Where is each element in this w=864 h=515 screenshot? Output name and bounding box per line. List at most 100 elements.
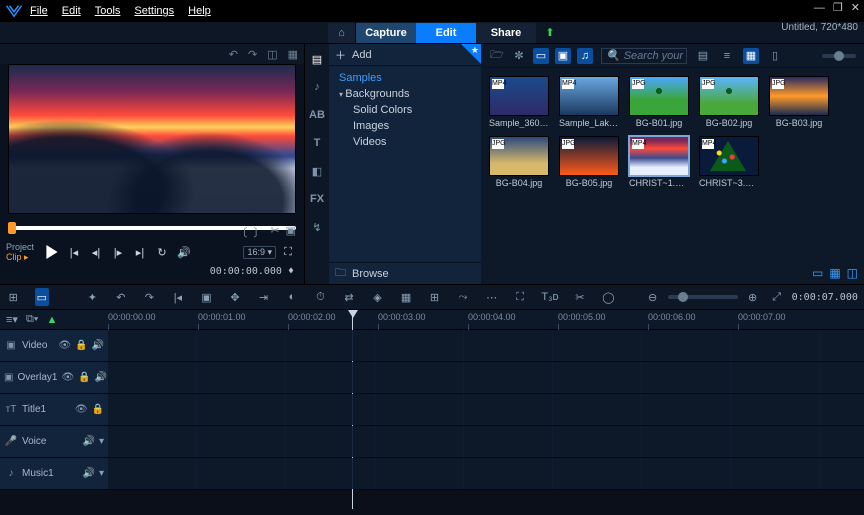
- go-end-button[interactable]: ▸|: [130, 242, 150, 262]
- cat-filter-icon[interactable]: FX: [308, 190, 326, 208]
- menu-settings[interactable]: Settings: [134, 5, 174, 17]
- tab-capture[interactable]: Capture: [356, 23, 416, 43]
- tool-reverse-icon[interactable]: ⇄: [342, 288, 357, 306]
- tab-edit[interactable]: Edit: [416, 23, 476, 43]
- filter-video-icon[interactable]: ▭: [533, 48, 549, 64]
- track-control[interactable]: 🔒: [78, 372, 90, 383]
- zoom-fit-icon[interactable]: ⤢: [768, 288, 786, 306]
- thumbnail[interactable]: JPG: [489, 136, 549, 176]
- tool-track-motion-icon[interactable]: ⤳: [456, 288, 471, 306]
- cat-path-icon[interactable]: ↯: [308, 218, 326, 236]
- ruler-marker-icon[interactable]: ▲: [46, 314, 57, 326]
- tool-markin-icon[interactable]: |◂: [171, 288, 186, 306]
- loop-button[interactable]: ↻: [152, 242, 172, 262]
- browse-folder-icon[interactable]: 🗀: [335, 264, 346, 283]
- tree-solid-colors[interactable]: Solid Colors: [339, 102, 481, 118]
- track-control[interactable]: 🔊: [92, 340, 104, 351]
- track-control[interactable]: 👁: [75, 404, 88, 415]
- preview-tool-a-icon[interactable]: ◫: [267, 48, 277, 61]
- ruler-menu-icon[interactable]: ≡▾: [6, 313, 18, 326]
- zoom-slider[interactable]: [668, 295, 738, 299]
- upload-button[interactable]: ⬆: [536, 26, 564, 39]
- track-control[interactable]: ▾: [99, 468, 104, 479]
- thumbnail[interactable]: MP4: [629, 136, 689, 176]
- track-header[interactable]: ♪Music1🔊▾: [0, 458, 108, 489]
- track-header[interactable]: 🎤Voice🔊▾: [0, 426, 108, 457]
- filter-audio-icon[interactable]: ♫: [577, 48, 593, 64]
- track-lane[interactable]: [108, 394, 864, 425]
- tree-images[interactable]: Images: [339, 118, 481, 134]
- ruler-snap-icon[interactable]: ⧉▾: [26, 313, 38, 326]
- tool-crop-icon[interactable]: ▣: [199, 288, 214, 306]
- split-icon[interactable]: ✂: [270, 224, 279, 240]
- redo-icon[interactable]: ↷: [142, 288, 157, 306]
- mark-in-icon[interactable]: 〔: [236, 224, 247, 240]
- tool-subtitle-icon[interactable]: ⋯: [484, 288, 499, 306]
- track-control[interactable]: 👁: [58, 340, 71, 351]
- thumbnail[interactable]: MP4: [559, 76, 619, 116]
- mark-out-icon[interactable]: 〕: [253, 224, 264, 240]
- preview-tool-b-icon[interactable]: ▦: [288, 48, 298, 61]
- thumbnail[interactable]: JPG: [559, 136, 619, 176]
- tool-chapter-icon[interactable]: ◈: [370, 288, 385, 306]
- lib-opt-b-icon[interactable]: ▦: [829, 266, 840, 284]
- track-lane[interactable]: [108, 458, 864, 489]
- lib-opt-a-icon[interactable]: ▭: [812, 266, 823, 284]
- cat-transition-icon[interactable]: AB: [308, 106, 326, 124]
- tool-multi-icon[interactable]: ▦: [399, 288, 414, 306]
- tree-videos[interactable]: Videos: [339, 134, 481, 150]
- tool-3d-title-icon[interactable]: T₃ᴅ: [541, 288, 558, 306]
- zoom-in-icon[interactable]: ⊕: [744, 288, 762, 306]
- playback-mode-label[interactable]: ProjectClip ▸: [6, 242, 40, 262]
- thumbnail[interactable]: JPG: [699, 76, 759, 116]
- add-media-button[interactable]: ＋: [335, 47, 346, 63]
- filter-image-icon[interactable]: ▣: [555, 48, 571, 64]
- add-media-label[interactable]: Add: [352, 49, 372, 61]
- timeline-view-icon[interactable]: ▭: [35, 288, 50, 306]
- tool-split-icon[interactable]: ✂: [573, 288, 588, 306]
- timeline-ruler[interactable]: ≡▾ ⧉▾ ▲ 00:00:00.0000:00:01.0000:00:02.0…: [0, 310, 864, 330]
- gear-icon[interactable]: ✼: [511, 48, 527, 64]
- browse-label[interactable]: Browse: [352, 268, 389, 280]
- menu-help[interactable]: Help: [188, 5, 211, 17]
- track-header[interactable]: ▣Overlay1👁🔒🔊▾: [0, 362, 108, 393]
- undo-icon[interactable]: ↶: [114, 288, 129, 306]
- cat-graphic-icon[interactable]: ◧: [308, 162, 326, 180]
- tool-color-icon[interactable]: ◐: [285, 288, 300, 306]
- track-header[interactable]: ᴛTTitle1👁🔒: [0, 394, 108, 425]
- prev-frame-button[interactable]: ◂|: [86, 242, 106, 262]
- preview-viewport[interactable]: [8, 64, 296, 214]
- thumbnail[interactable]: JPG: [629, 76, 689, 116]
- cat-title-icon[interactable]: T: [308, 134, 326, 152]
- window-minimize[interactable]: —: [814, 3, 825, 14]
- tree-backgrounds[interactable]: Backgrounds: [339, 86, 481, 102]
- tab-share[interactable]: Share: [476, 23, 536, 43]
- window-close[interactable]: ✕: [851, 3, 860, 14]
- thumb-size-slider[interactable]: [822, 54, 856, 58]
- home-button[interactable]: ⌂: [328, 23, 356, 43]
- go-start-button[interactable]: |◂: [64, 242, 84, 262]
- preview-redo-icon[interactable]: ↷: [248, 48, 257, 61]
- storyboard-view-icon[interactable]: ⊞: [6, 288, 21, 306]
- track-control[interactable]: ▾: [99, 436, 104, 447]
- tool-group-icon[interactable]: ⊞: [427, 288, 442, 306]
- tool-pan-icon[interactable]: ⛶: [513, 288, 528, 306]
- track-control[interactable]: 🔒: [75, 340, 87, 351]
- tool-fx-icon[interactable]: ✦: [85, 288, 100, 306]
- hide-titles-icon[interactable]: ▯: [767, 48, 783, 64]
- play-button[interactable]: [42, 242, 62, 262]
- next-frame-button[interactable]: |▸: [108, 242, 128, 262]
- track-control[interactable]: 👁: [61, 372, 74, 383]
- snapshot-icon[interactable]: ▣: [286, 224, 296, 240]
- track-control[interactable]: 🔊: [83, 468, 95, 479]
- track-control[interactable]: 🔊: [83, 436, 95, 447]
- menu-edit[interactable]: Edit: [62, 5, 81, 17]
- menu-tools[interactable]: Tools: [95, 5, 121, 17]
- fullscreen-button[interactable]: ⛶: [278, 242, 298, 262]
- track-lane[interactable]: [108, 426, 864, 457]
- import-folder-icon[interactable]: 🗁: [489, 48, 505, 64]
- view-list-icon[interactable]: ≡: [719, 48, 735, 64]
- search-input[interactable]: 🔍 Search your cu: [601, 48, 687, 64]
- preview-scrubber[interactable]: 〔 〕 ✂ ▣: [8, 218, 296, 236]
- tool-move-icon[interactable]: ✥: [228, 288, 243, 306]
